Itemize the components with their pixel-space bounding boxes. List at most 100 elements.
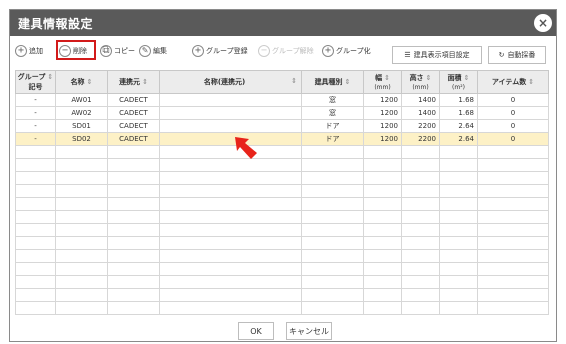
empty-cell — [477, 210, 549, 224]
empty-cell — [363, 158, 402, 172]
group-register-button[interactable]: + グループ登録 — [192, 43, 248, 59]
header-type[interactable]: 建具種別 ⇕ — [301, 70, 364, 94]
empty-row — [15, 301, 549, 315]
empty-cell — [301, 301, 364, 315]
header-width[interactable]: 幅 ⇕ (mm) — [363, 70, 402, 94]
auto-number-button[interactable]: ↻ 自動採番 — [488, 46, 546, 64]
empty-cell — [301, 223, 364, 237]
cell-type: 窓 — [301, 106, 364, 120]
cell-width: 1200 — [363, 106, 402, 120]
empty-cell — [159, 184, 302, 198]
door-info-dialog: 建具情報設定 × + 追加 − 削除 ⧉ コピー ✎ 編集 + グループ登録 −… — [9, 9, 557, 342]
cell-link-name — [159, 93, 302, 107]
header-count-label: アイテム数 — [491, 78, 527, 86]
empty-cell — [401, 301, 440, 315]
empty-cell — [159, 158, 302, 172]
empty-cell — [363, 145, 402, 159]
display-settings-button[interactable]: ☰ 建具表示項目設定 — [392, 46, 482, 64]
cell-name: AW02 — [55, 106, 108, 120]
cell-count: 0 — [477, 119, 549, 133]
header-height[interactable]: 高さ ⇕ (mm) — [401, 70, 440, 94]
empty-cell — [301, 210, 364, 224]
cell-area: 2.64 — [439, 132, 478, 146]
empty-cell — [439, 262, 478, 276]
empty-cell — [439, 288, 478, 302]
sort-icon: ⇕ — [425, 74, 432, 82]
header-area-unit: (m²) — [452, 84, 465, 91]
empty-cell — [477, 262, 549, 276]
empty-cell — [439, 197, 478, 211]
empty-cell — [439, 210, 478, 224]
empty-cell — [477, 158, 549, 172]
table-row[interactable]: - AW02 CADECT 窓 1200 1400 1.68 0 — [15, 106, 549, 120]
door-table: グループ ⇕ 記号 名称 ⇕ 連携元 ⇕ 名称(連携元) ⇕ 建具種別 ⇕ 幅 ⇕ (mm) … — [15, 70, 549, 315]
close-icon[interactable]: × — [534, 14, 552, 32]
empty-cell — [477, 197, 549, 211]
empty-cell — [107, 145, 160, 159]
edit-button[interactable]: ✎ 編集 — [139, 43, 167, 59]
empty-cell — [363, 275, 402, 289]
cell-count: 0 — [477, 132, 549, 146]
empty-cell — [55, 275, 108, 289]
empty-row — [15, 249, 549, 263]
empty-cell — [15, 249, 56, 263]
group-make-label: グループ化 — [336, 47, 371, 55]
cell-source: CADECT — [107, 106, 160, 120]
empty-cell — [159, 145, 302, 159]
sort-icon: ⇕ — [291, 77, 297, 85]
empty-cell — [15, 301, 56, 315]
empty-cell — [477, 145, 549, 159]
empty-cell — [55, 223, 108, 237]
empty-cell — [15, 262, 56, 276]
cancel-button[interactable]: キャンセル — [286, 322, 332, 340]
empty-cell — [159, 288, 302, 302]
empty-cell — [301, 171, 364, 185]
empty-cell — [55, 262, 108, 276]
header-name[interactable]: 名称 ⇕ — [55, 70, 108, 94]
table-row[interactable]: - SD01 CADECT ドア 1200 2200 2.64 0 — [15, 119, 549, 133]
empty-cell — [439, 275, 478, 289]
table-row[interactable]: - AW01 CADECT 窓 1200 1400 1.68 0 — [15, 93, 549, 107]
header-source[interactable]: 連携元 ⇕ — [107, 70, 160, 94]
empty-cell — [107, 288, 160, 302]
header-area[interactable]: 面積 ⇕ (m²) — [439, 70, 478, 94]
empty-row — [15, 223, 549, 237]
add-button[interactable]: + 追加 — [15, 43, 43, 59]
empty-cell — [15, 145, 56, 159]
empty-cell — [15, 210, 56, 224]
group-make-button[interactable]: + グループ化 — [322, 43, 371, 59]
header-group[interactable]: グループ ⇕ 記号 — [15, 70, 56, 94]
cell-source: CADECT — [107, 93, 160, 107]
empty-cell — [107, 262, 160, 276]
edit-icon: ✎ — [139, 45, 151, 57]
empty-cell — [107, 275, 160, 289]
sort-icon: ⇕ — [142, 78, 148, 86]
copy-button[interactable]: ⧉ コピー — [100, 43, 135, 59]
empty-cell — [477, 236, 549, 250]
empty-cell — [55, 236, 108, 250]
empty-cell — [55, 210, 108, 224]
empty-cell — [439, 171, 478, 185]
sort-icon: ⇕ — [528, 78, 535, 86]
group-release-button[interactable]: − グループ解除 — [258, 43, 314, 59]
table-row-selected[interactable]: - SD02 CADECT ドア 1200 2200 2.64 0 — [15, 132, 549, 146]
header-link-name[interactable]: 名称(連携元) ⇕ — [159, 70, 302, 94]
cell-height: 2200 — [401, 132, 440, 146]
empty-row — [15, 236, 549, 250]
cell-link-name — [159, 106, 302, 120]
header-count[interactable]: アイテム数 ⇕ — [477, 70, 549, 94]
empty-cell — [159, 210, 302, 224]
ok-button[interactable]: OK — [238, 322, 274, 340]
empty-cell — [477, 171, 549, 185]
empty-cell — [439, 184, 478, 198]
header-area-label: 面積 — [447, 74, 462, 82]
empty-cell — [401, 223, 440, 237]
copy-label: コピー — [114, 47, 135, 55]
pointer-arrow-icon — [235, 137, 257, 159]
empty-cell — [363, 210, 402, 224]
list-icon: ☰ — [404, 51, 411, 59]
cell-type: ドア — [301, 132, 364, 146]
cell-count: 0 — [477, 106, 549, 120]
cell-area: 1.68 — [439, 106, 478, 120]
empty-cell — [301, 236, 364, 250]
